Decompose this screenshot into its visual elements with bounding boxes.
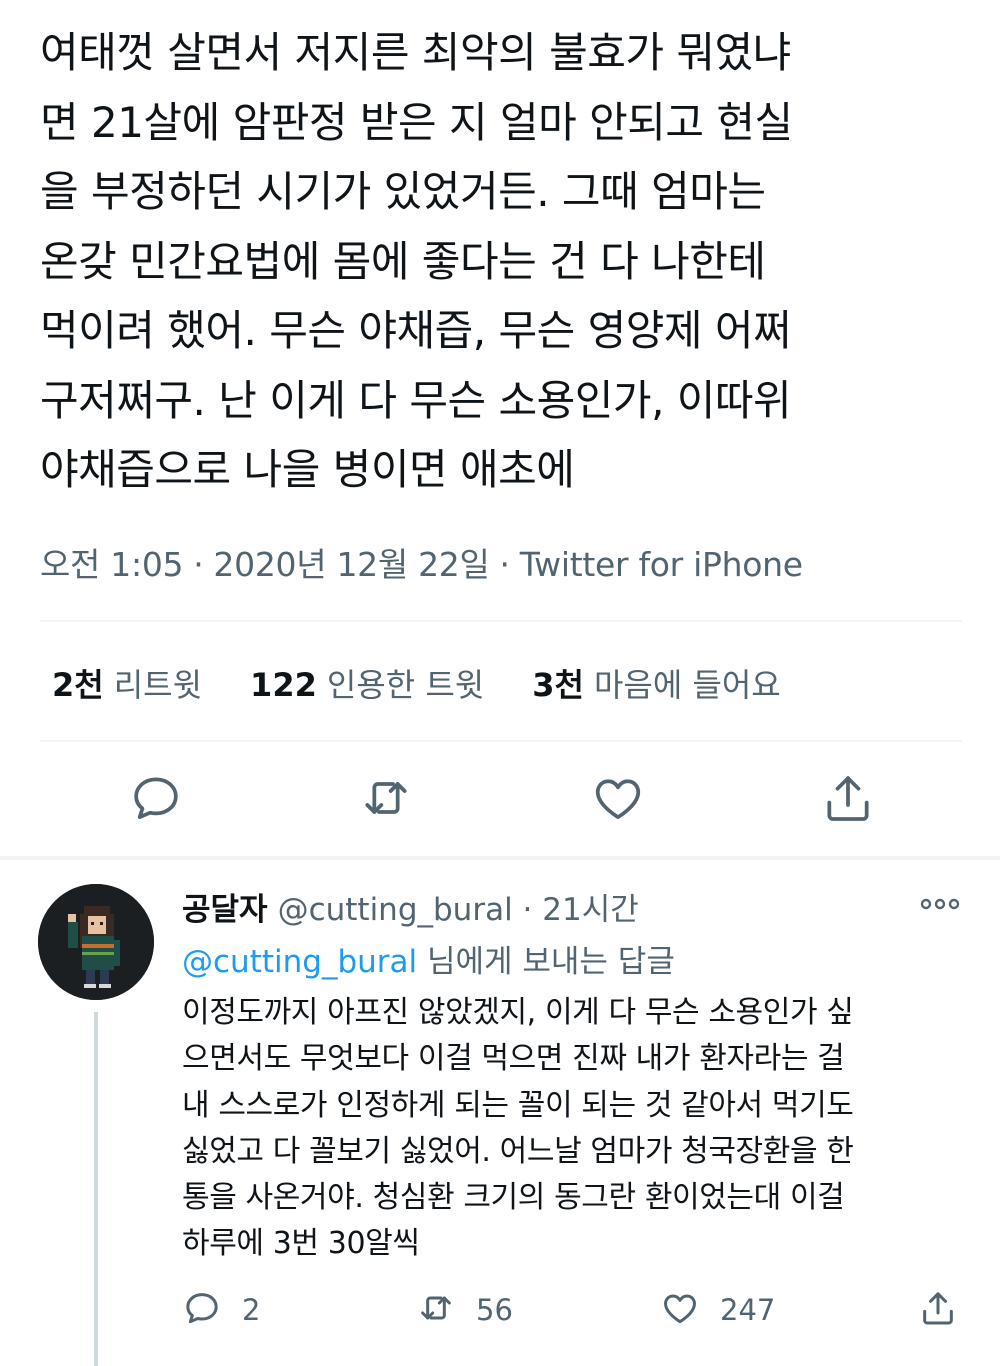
tweet-time[interactable]: 오전 1:05 — [40, 545, 184, 584]
tweet-action-bar — [0, 770, 1000, 830]
likes-count: 3천 — [532, 666, 584, 704]
reply-retweet-button[interactable]: 56 — [416, 1288, 513, 1332]
tweet-body-line: 을 부정하던 시기가 있었거든. 그때 엄마는 — [40, 167, 766, 216]
replying-to: @cutting_bural 님에게 보내는 답글 — [182, 936, 675, 981]
reply-icon[interactable] — [128, 770, 184, 826]
reply-body-line: 통을 사온거야. 청심환 크기의 동그란 환이었는대 이걸 — [182, 1180, 845, 1216]
reply-author-handle[interactable]: @cutting_bural — [278, 892, 513, 928]
retweet-count: 56 — [476, 1293, 513, 1327]
divider — [40, 620, 962, 622]
share-icon — [918, 1288, 958, 1332]
like-icon — [660, 1288, 700, 1332]
tweet-body-line: 여태껏 살면서 저지른 최악의 불효가 뭐였냐 — [40, 28, 791, 77]
reply-body-line: 하루에 3번 30알씩 — [182, 1226, 420, 1262]
retweets-label: 리트윗 — [113, 666, 203, 704]
reply-reply-button[interactable]: 2 — [182, 1288, 260, 1332]
quotes-label: 인용한 트윗 — [326, 666, 485, 704]
retweets-count: 2천 — [52, 666, 104, 704]
reply-icon — [182, 1288, 222, 1332]
tweet-body-line: 온갖 민간요법에 몸에 좋다는 건 다 나한테 — [40, 236, 766, 286]
retweets-stat[interactable]: 2천 리트윗 — [52, 660, 202, 706]
reply-time[interactable]: 21시간 — [542, 892, 639, 928]
like-count: 247 — [720, 1293, 776, 1327]
reply-like-button[interactable]: 247 — [660, 1288, 775, 1332]
reply-body-line: 싫었고 다 꼴보기 싫었어. 어느날 엄마가 청국장환을 한 — [182, 1133, 854, 1169]
tweet-source[interactable]: Twitter for iPhone — [520, 545, 803, 584]
tweet-body-line: 구저쩌구. 난 이게 다 무슨 소용인가, 이따위 — [40, 375, 792, 425]
quotes-stat[interactable]: 122 인용한 트윗 — [250, 660, 484, 706]
reply-body-line: 내 스스로가 인정하게 되는 꼴이 되는 것 같아서 먹기도 — [182, 1087, 854, 1123]
tweet-body-line: 면 21살에 암판정 받은 지 얼마 안되고 현실 — [40, 97, 793, 147]
reply-count: 2 — [242, 1293, 261, 1327]
reply-author-name[interactable]: 공달자 — [182, 892, 268, 928]
reply-body-line: 이정도까지 아프진 않았겠지, 이게 다 무슨 소용인가 싶 — [182, 995, 854, 1030]
tweet-metadata: 오전 1:05 · 2020년 12월 22일 · Twitter for iPhone — [40, 538, 803, 586]
reply-share-button[interactable] — [918, 1288, 958, 1332]
reply-body: 이정도까지 아프진 않았겠지, 이게 다 무슨 소용인가 싶 으면서도 무엇보다… — [182, 990, 972, 1268]
tweet-body-line: 야채즙으로 나을 병이면 애초에 — [40, 445, 575, 494]
reply-separator: · — [513, 892, 543, 928]
tweet-body: 여태껏 살면서 저지른 최악의 불효가 뭐였냐 면 21살에 암판정 받은 지 … — [40, 18, 970, 505]
separator-dot: · — [522, 892, 533, 928]
tweet-body-line: 먹이려 했어. 무슨 야채즙, 무슨 영양제 어쩌 — [40, 306, 792, 355]
divider — [40, 740, 962, 742]
replying-to-mention[interactable]: @cutting_bural — [182, 944, 417, 980]
tweet-stats: 2천 리트윗 122 인용한 트윗 3천 마음에 들어요 — [52, 660, 829, 706]
section-divider — [0, 856, 1000, 860]
tweet-detail-page: 여태껏 살면서 저지른 최악의 불효가 뭐였냐 면 21살에 암판정 받은 지 … — [0, 0, 1000, 1366]
likes-label: 마음에 들어요 — [593, 666, 781, 704]
replying-to-suffix: 님에게 보내는 답글 — [417, 944, 675, 980]
reply-action-bar: 2 56 247 — [0, 1288, 1000, 1336]
share-icon[interactable] — [820, 770, 876, 826]
reply-header: 공달자 @cutting_bural · 21시간 — [182, 884, 639, 929]
tweet-date[interactable]: 2020년 12월 22일 — [213, 545, 489, 584]
meta-separator: · — [193, 545, 204, 584]
meta-separator: · — [499, 545, 511, 584]
like-icon[interactable] — [590, 770, 646, 826]
retweet-icon — [416, 1288, 456, 1332]
reply-body-line: 으면서도 무엇보다 이걸 먹으면 진짜 내가 환자라는 걸 — [182, 1041, 845, 1077]
likes-stat[interactable]: 3천 마음에 들어요 — [532, 660, 781, 706]
more-options-icon[interactable] — [918, 892, 962, 916]
retweet-icon[interactable] — [358, 770, 414, 826]
avatar[interactable] — [38, 884, 154, 1000]
quotes-count: 122 — [250, 666, 317, 704]
